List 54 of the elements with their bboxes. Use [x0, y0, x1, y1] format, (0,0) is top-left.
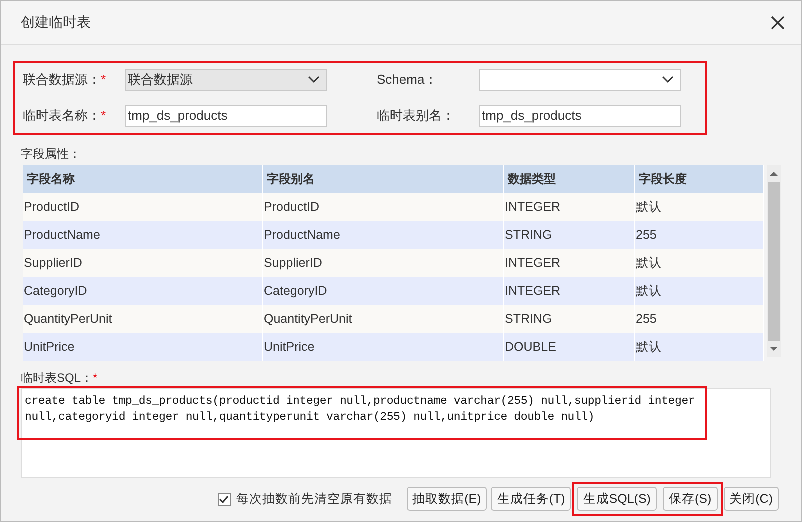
table-cell: STRING	[504, 221, 635, 249]
column-header: 数据类型	[504, 165, 635, 193]
table-cell: SupplierID	[23, 249, 263, 277]
input-field[interactable]: tmp_ds_products	[479, 105, 681, 127]
column-header: 字段长度	[635, 165, 764, 193]
table-cell: CategoryID	[263, 277, 504, 305]
table-cell: INTEGER	[504, 277, 635, 305]
sql-label: 临时表SQL：	[21, 370, 94, 387]
table-cell: QuantityPerUnit	[23, 305, 263, 333]
table-cell: 255	[635, 305, 764, 333]
column-header: 字段名称	[23, 165, 263, 193]
table-cell: STRING	[504, 305, 635, 333]
required-mark: *	[101, 71, 106, 90]
table-cell: 默认	[635, 277, 764, 305]
field-label: 临时表名称：	[23, 107, 101, 126]
close-button[interactable]	[769, 14, 787, 32]
dialog-button[interactable]: 生成任务(T)	[491, 487, 572, 511]
field-label: 临时表别名：	[377, 107, 455, 126]
section-label: 字段属性：	[21, 146, 82, 163]
table-cell: 255	[635, 221, 764, 249]
table-cell: ProductName	[263, 221, 504, 249]
table-cell: UnitPrice	[263, 333, 504, 361]
dialog-button[interactable]: 关闭(C)	[724, 487, 779, 511]
dialog-button[interactable]: 保存(S)	[662, 487, 718, 511]
dialog-title: 创建临时表	[21, 13, 91, 32]
caret-icon	[308, 76, 320, 84]
field-label: Schema：	[377, 71, 438, 90]
scroll-up-icon[interactable]	[770, 171, 778, 177]
table-cell: ProductID	[263, 193, 504, 221]
table-cell: 默认	[635, 249, 764, 277]
table-cell: SupplierID	[263, 249, 504, 277]
required-mark: *	[93, 370, 98, 387]
scroll-down-icon[interactable]	[770, 346, 778, 352]
table-cell: INTEGER	[504, 249, 635, 277]
table-cell: ProductName	[23, 221, 263, 249]
select-field[interactable]	[479, 69, 681, 91]
scrollbar[interactable]	[767, 165, 781, 357]
table-cell: UnitPrice	[23, 333, 263, 361]
checkbox-label: 每次抽数前先清空原有数据	[236, 490, 393, 508]
input-field[interactable]: tmp_ds_products	[125, 105, 327, 127]
table-cell: ProductID	[23, 193, 263, 221]
table-cell: QuantityPerUnit	[263, 305, 504, 333]
checkbox[interactable]	[218, 492, 231, 506]
dialog-button[interactable]: 生成SQL(S)	[577, 487, 657, 511]
caret-icon	[662, 76, 674, 84]
column-header: 字段别名	[263, 165, 504, 193]
table-cell: DOUBLE	[504, 333, 635, 361]
required-mark: *	[101, 107, 106, 126]
table-cell: 默认	[635, 333, 764, 361]
table-cell: CategoryID	[23, 277, 263, 305]
field-label: 联合数据源：	[23, 71, 101, 90]
dialog-button[interactable]: 抽取数据(E)	[406, 487, 488, 511]
table-cell: 默认	[635, 193, 764, 221]
table-cell: INTEGER	[504, 193, 635, 221]
